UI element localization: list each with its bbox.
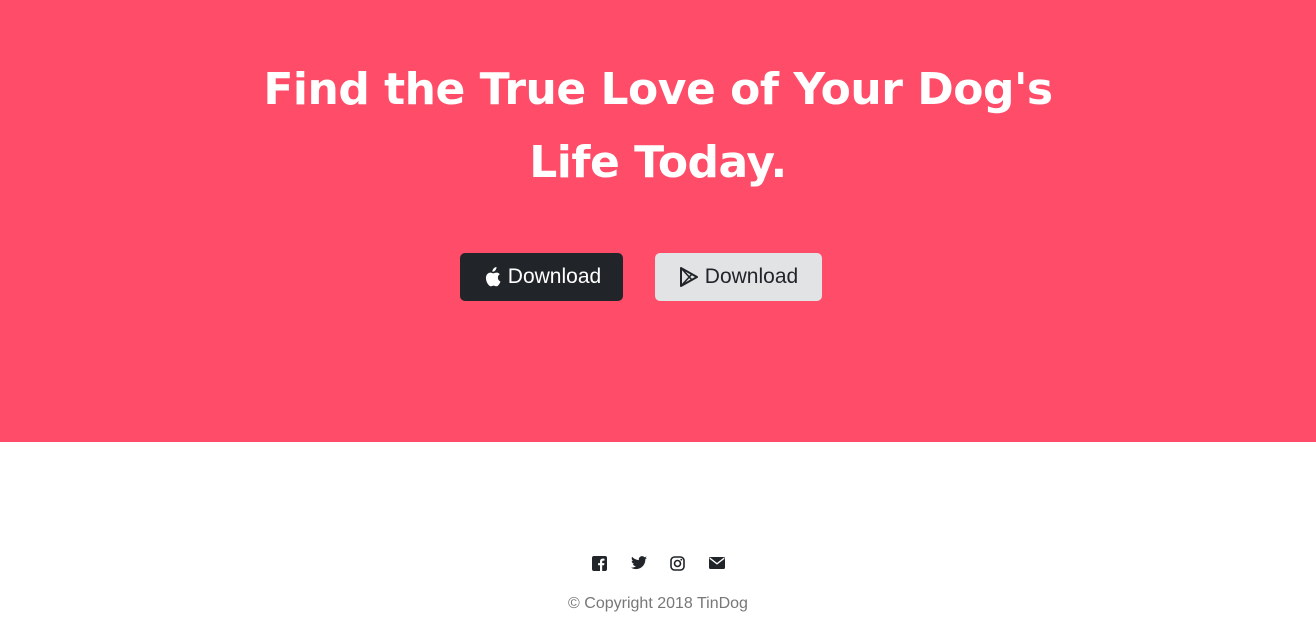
cta-headline-line-1: Find the True Love of Your Dog's: [263, 64, 1053, 115]
envelope-icon[interactable]: [708, 555, 725, 571]
twitter-icon[interactable]: [630, 555, 647, 571]
google-play-icon: [679, 266, 699, 288]
cta-headline: Find the True Love of Your Dog's Life To…: [0, 53, 1316, 199]
google-play-download-label: Download: [704, 265, 799, 288]
social-links: [0, 555, 1316, 571]
facebook-icon[interactable]: [592, 555, 608, 571]
apple-download-button[interactable]: Download: [460, 253, 623, 301]
apple-download-label: Download: [507, 265, 602, 288]
cta-section: Find the True Love of Your Dog's Life To…: [0, 0, 1316, 442]
apple-icon: [482, 266, 502, 288]
google-play-download-button[interactable]: Download: [655, 253, 822, 301]
copyright-text: © Copyright 2018 TinDog: [568, 595, 748, 612]
instagram-icon[interactable]: [670, 555, 686, 571]
cta-headline-line-2: Life Today.: [529, 137, 787, 188]
footer: © Copyright 2018 TinDog: [0, 442, 1316, 624]
